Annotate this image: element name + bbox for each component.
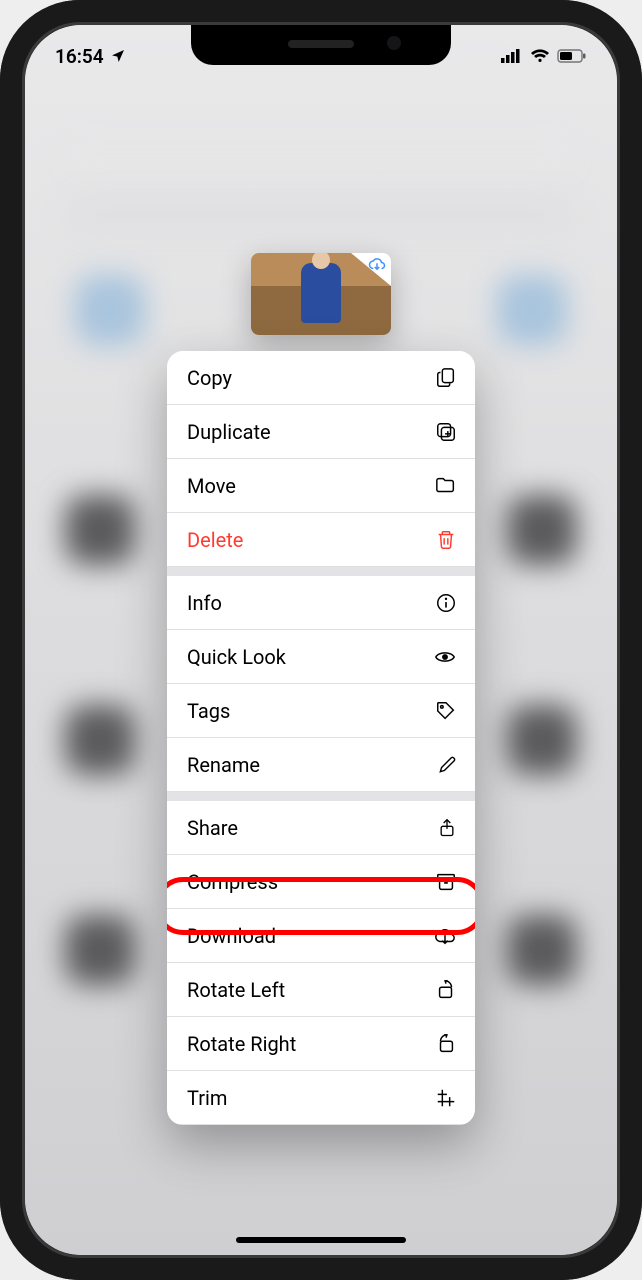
home-indicator[interactable] [236,1237,406,1243]
menu-info[interactable]: Info [167,576,475,630]
menu-share[interactable]: Share [167,801,475,855]
menu-item-label: Move [187,474,236,498]
pencil-icon [437,755,457,775]
notch [191,25,451,65]
menu-item-label: Rotate Right [187,1032,296,1056]
clock: 16:54 [55,45,104,68]
eye-icon [433,646,457,668]
menu-divider [167,792,475,801]
folder-icon [435,475,457,497]
archive-icon [435,871,457,893]
menu-item-label: Rotate Left [187,978,285,1002]
menu-item-label: Info [187,591,222,615]
menu-rotate-right[interactable]: Rotate Right [167,1017,475,1071]
menu-download[interactable]: Download [167,909,475,963]
menu-item-label: Duplicate [187,420,271,444]
cloud-download-icon [433,925,457,947]
file-thumbnail[interactable] [251,253,391,335]
duplicate-icon [435,421,457,443]
menu-item-label: Compress [187,870,278,894]
menu-copy[interactable]: Copy [167,351,475,405]
menu-item-label: Quick Look [187,645,286,669]
menu-item-label: Rename [187,753,260,777]
menu-item-label: Copy [187,366,232,390]
copy-icon [435,367,457,389]
menu-move[interactable]: Move [167,459,475,513]
trash-icon [435,529,457,551]
menu-compress[interactable]: Compress [167,855,475,909]
context-menu: Copy Duplicate Move Delete Info Quic [167,351,475,1125]
rotate-left-icon [435,979,457,1001]
tag-icon [435,700,457,722]
screen: 16:54 Copy Duplicate [25,25,617,1255]
menu-quicklook[interactable]: Quick Look [167,630,475,684]
menu-item-label: Trim [187,1086,227,1110]
phone-frame: 16:54 Copy Duplicate [0,0,642,1280]
trim-icon [435,1087,457,1109]
menu-duplicate[interactable]: Duplicate [167,405,475,459]
wifi-icon [530,49,550,63]
menu-item-label: Tags [187,699,230,723]
menu-rotate-left[interactable]: Rotate Left [167,963,475,1017]
menu-divider [167,567,475,576]
menu-item-label: Download [187,924,276,948]
cloud-download-icon [366,255,388,273]
battery-icon [557,49,587,63]
menu-item-label: Share [187,816,238,840]
menu-delete[interactable]: Delete [167,513,475,567]
menu-rename[interactable]: Rename [167,738,475,792]
cellular-icon [501,49,523,63]
location-arrow-icon [110,48,126,64]
menu-tags[interactable]: Tags [167,684,475,738]
menu-item-label: Delete [187,528,243,552]
info-icon [435,592,457,614]
share-icon [437,816,457,840]
menu-trim[interactable]: Trim [167,1071,475,1125]
rotate-right-icon [435,1033,457,1055]
